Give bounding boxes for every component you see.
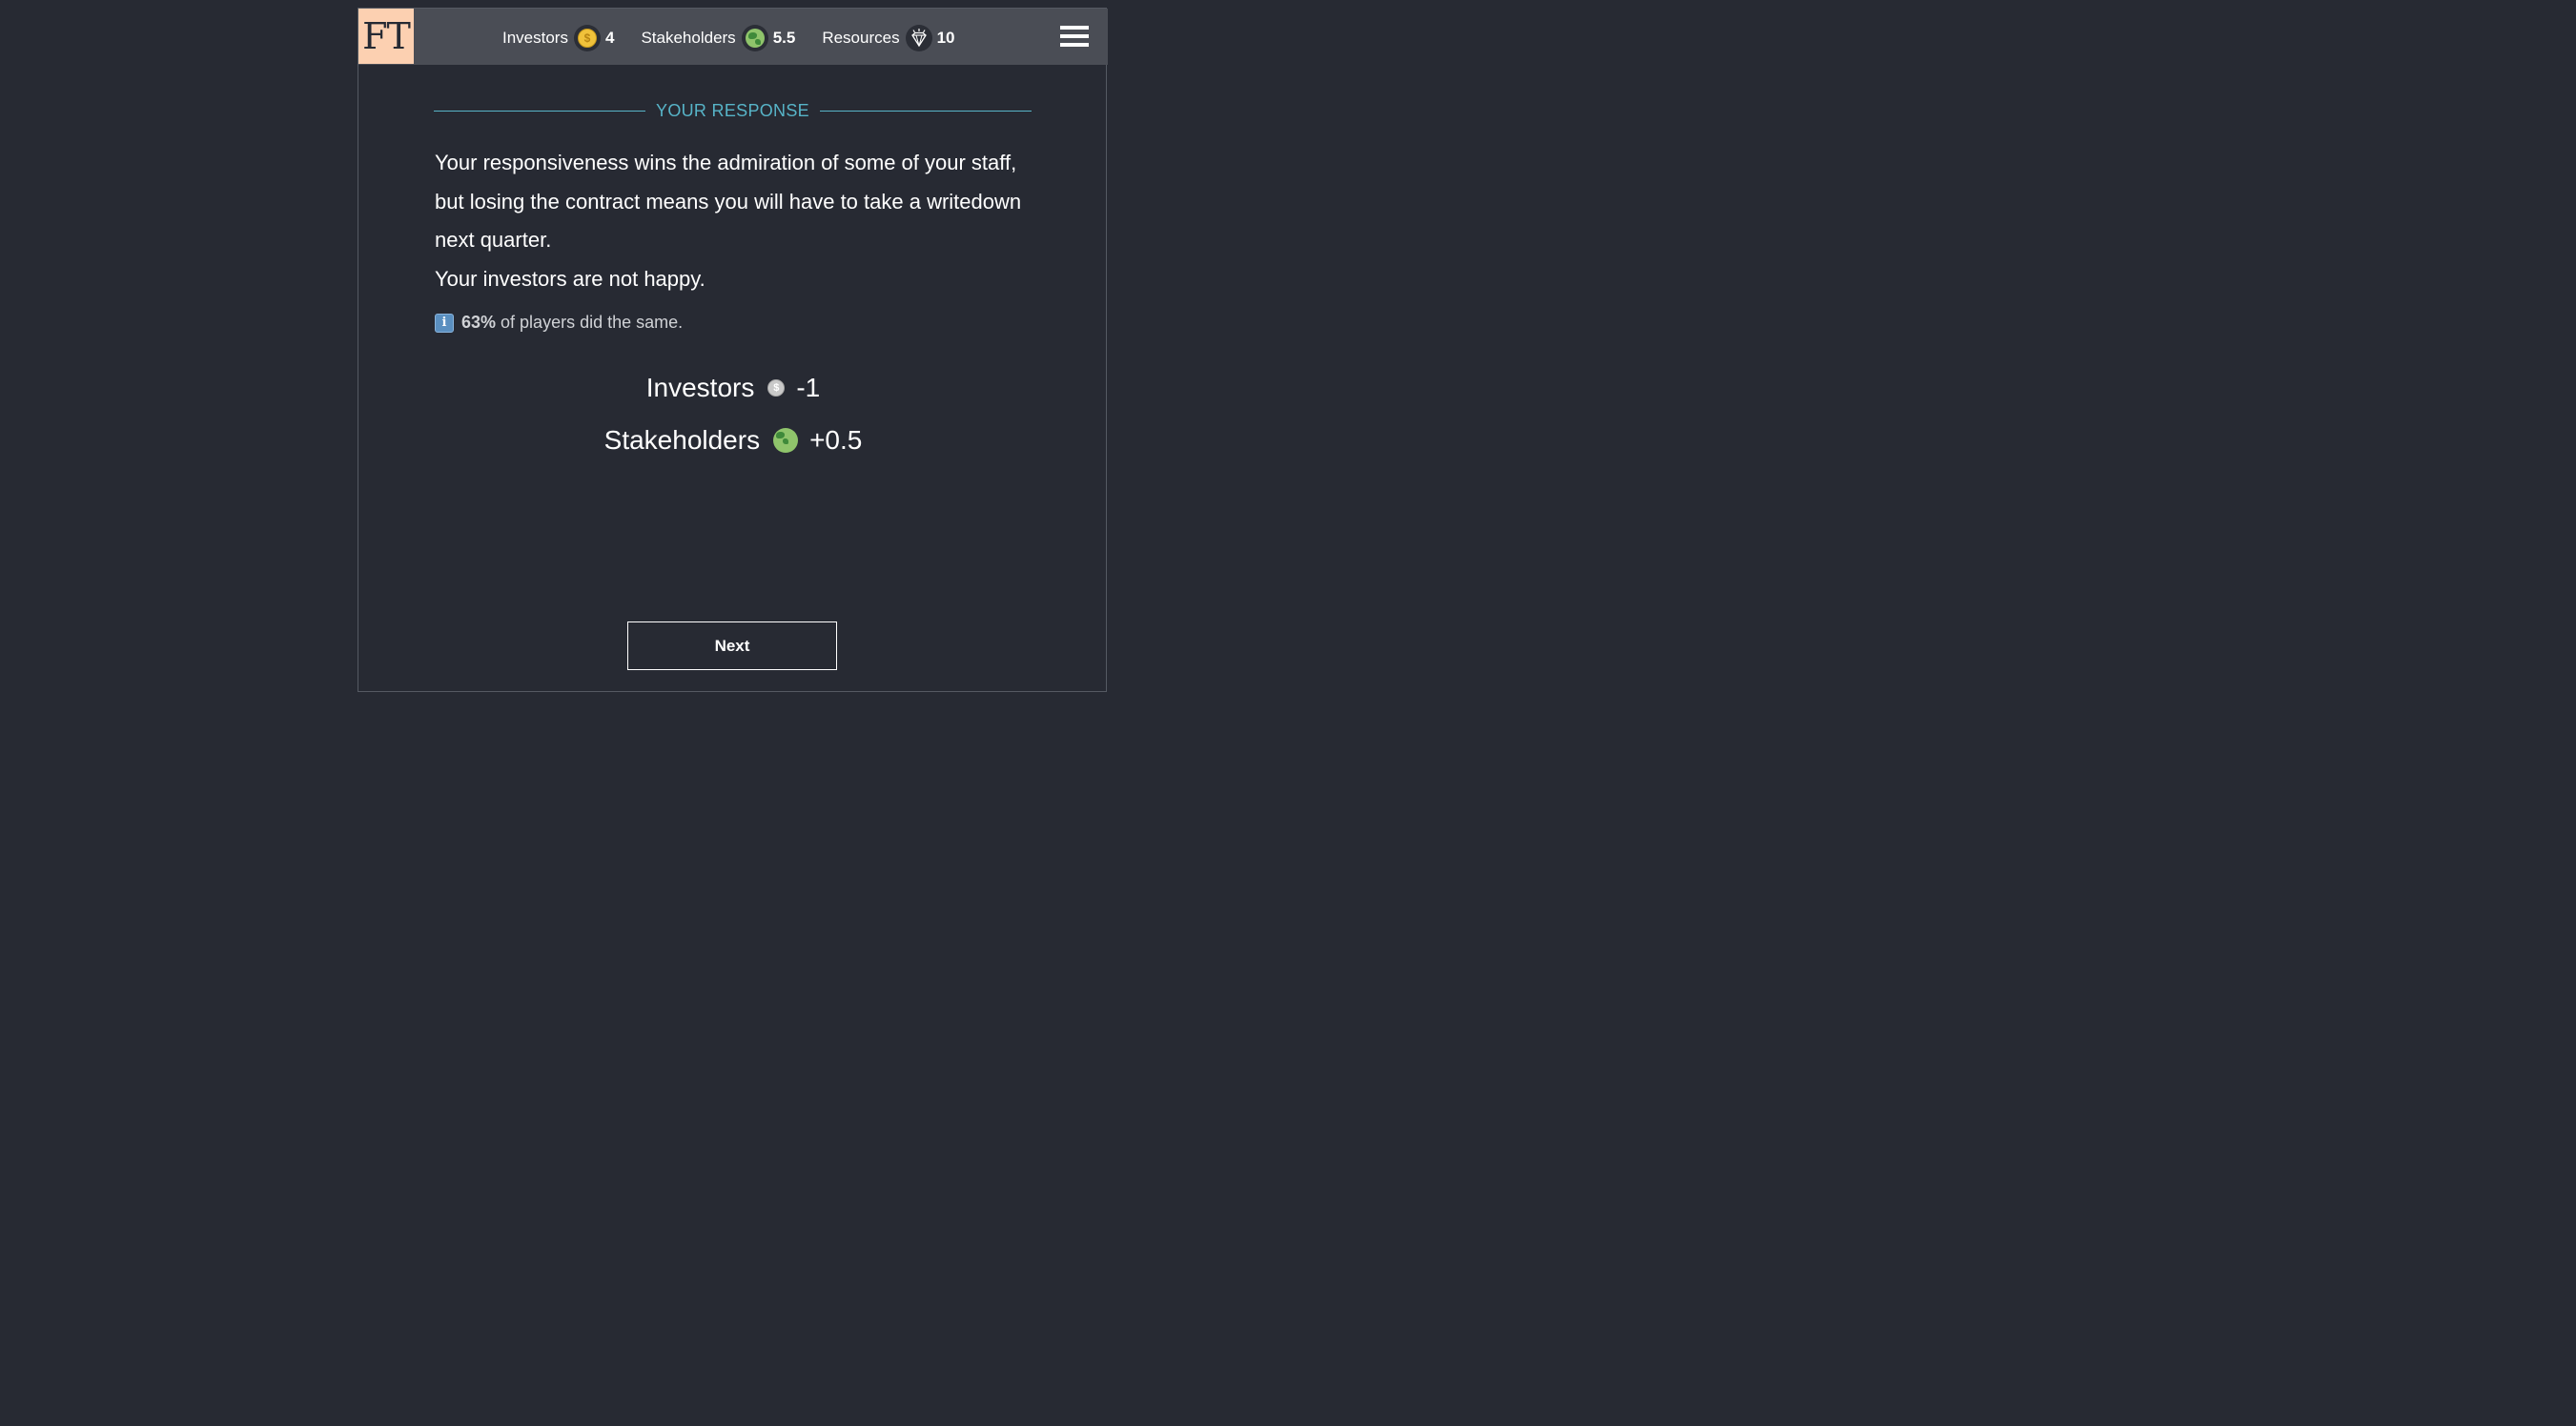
effect-investors-label: Investors — [645, 373, 755, 402]
response-paragraph: Your responsiveness wins the admiration … — [435, 151, 1022, 252]
hamburger-menu-icon[interactable] — [1060, 26, 1089, 47]
effect-stakeholders-value: +0.5 — [809, 425, 863, 455]
response-heading: YOUR RESPONSE — [434, 99, 1032, 122]
heading-rule-left — [434, 110, 646, 112]
poll-percent: 63% — [461, 313, 497, 332]
top-bar: FT Investors $ 4 Stakeholders 5.5 Resour… — [358, 9, 1108, 65]
response-heading-title: YOUR RESPONSE — [656, 100, 809, 120]
poll-text: of players did the same. — [501, 313, 684, 332]
coin-icon: $ — [767, 379, 786, 397]
effect-investors: Investors $ -1 — [358, 367, 1108, 409]
poll-result: i 63% of players did the same. — [435, 313, 683, 333]
response-text: Your responsiveness wins the admiration … — [435, 144, 1045, 298]
globe-icon — [773, 428, 799, 453]
stat-investors-label: Investors — [502, 29, 568, 47]
stats-bar: Investors $ 4 Stakeholders 5.5 Resources — [502, 23, 982, 53]
stat-resources-value: 10 — [936, 29, 955, 47]
info-icon: i — [435, 313, 454, 333]
effect-investors-value: -1 — [796, 373, 821, 402]
diamond-icon — [905, 25, 932, 51]
effects-list: Investors $ -1 Stakeholders +0.5 — [358, 367, 1108, 472]
ft-logo[interactable]: FT — [358, 9, 414, 64]
next-button[interactable]: Next — [627, 621, 837, 670]
globe-icon — [741, 25, 768, 51]
stat-resources: Resources 10 — [822, 25, 955, 51]
response-paragraph: Your investors are not happy. — [435, 266, 705, 291]
game-frame: FT Investors $ 4 Stakeholders 5.5 Resour… — [358, 8, 1108, 692]
stat-stakeholders-value: 5.5 — [772, 29, 796, 47]
effect-stakeholders-label: Stakeholders — [603, 425, 761, 455]
coin-icon: $ — [573, 25, 601, 51]
stat-investors-value: 4 — [604, 29, 615, 47]
heading-rule-right — [819, 110, 1032, 112]
stat-investors: Investors $ 4 — [502, 25, 614, 51]
effect-stakeholders: Stakeholders +0.5 — [358, 419, 1108, 461]
stat-stakeholders: Stakeholders 5.5 — [641, 25, 795, 51]
stat-stakeholders-label: Stakeholders — [641, 29, 736, 47]
stat-resources-label: Resources — [822, 29, 900, 47]
